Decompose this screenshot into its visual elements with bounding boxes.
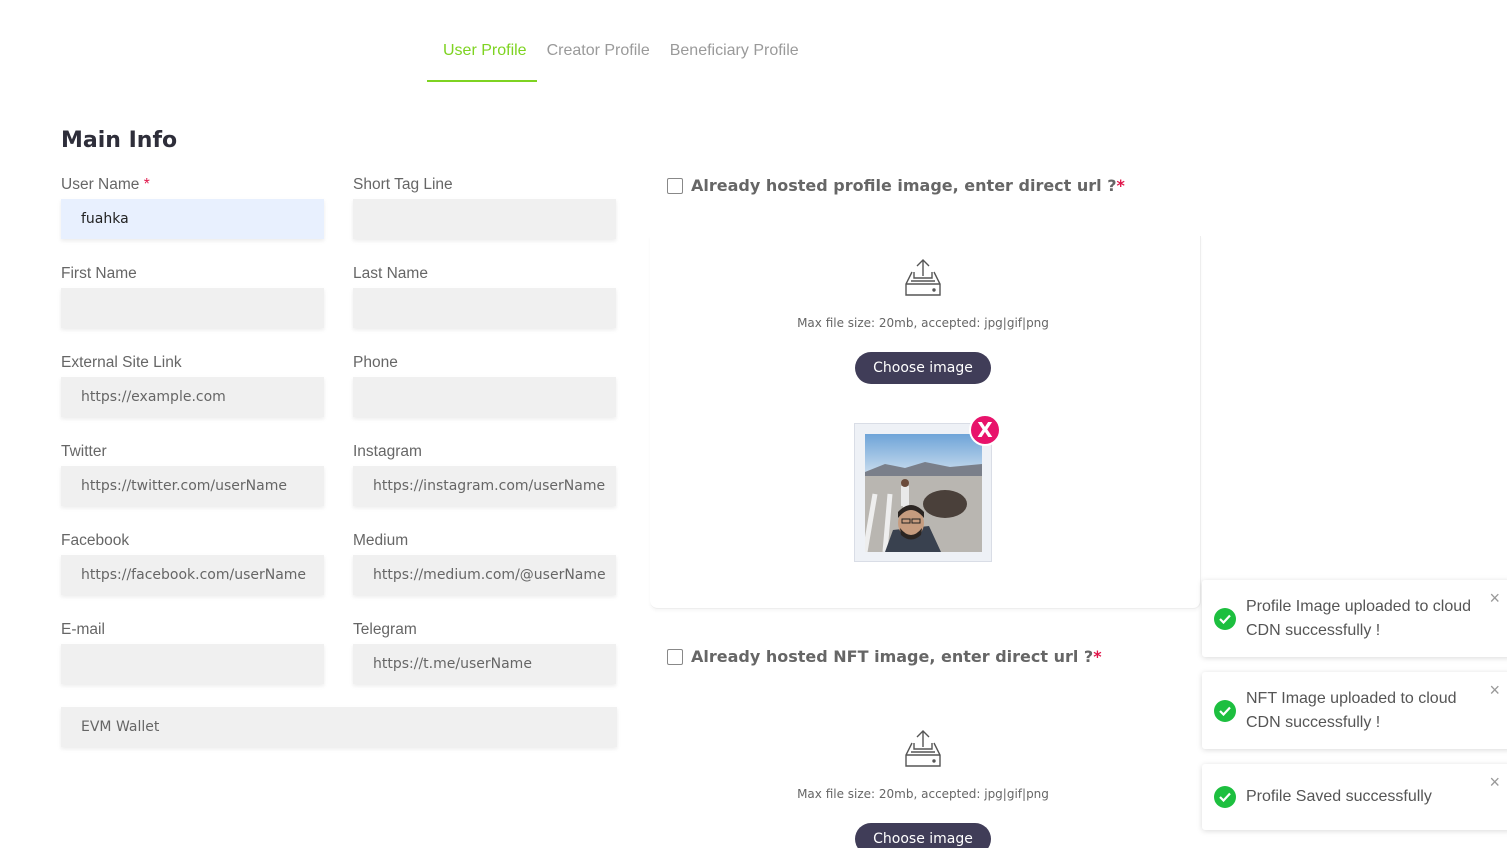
short-tag-line-input[interactable] xyxy=(353,199,616,239)
hosted-profile-image-checkbox[interactable] xyxy=(667,177,683,194)
remove-image-button[interactable]: X xyxy=(969,414,1001,446)
profile-choose-image-button[interactable]: Choose image xyxy=(855,352,991,384)
hosted-nft-image-option[interactable]: Already hosted NFT image, enter direct u… xyxy=(667,647,1102,666)
close-icon[interactable]: × xyxy=(1489,589,1500,607)
instagram-group: Instagram xyxy=(353,442,616,506)
required-marker: * xyxy=(1093,647,1102,666)
evm-wallet-input[interactable] xyxy=(61,707,617,747)
close-icon[interactable]: × xyxy=(1489,773,1500,791)
facebook-input[interactable] xyxy=(61,555,324,595)
hosted-nft-image-label: Already hosted NFT image, enter direct u… xyxy=(691,647,1094,666)
profile-image-preview xyxy=(854,423,992,562)
toast-message: Profile Image uploaded to cloud CDN succ… xyxy=(1246,597,1472,639)
required-marker: * xyxy=(1116,176,1125,195)
tab-beneficiary-profile[interactable]: Beneficiary Profile xyxy=(660,34,809,82)
short-tag-line-label: Short Tag Line xyxy=(353,176,453,193)
phone-input[interactable] xyxy=(353,377,616,417)
section-title: Main Info xyxy=(61,128,178,153)
instagram-input[interactable] xyxy=(353,466,616,506)
first-name-group: First Name xyxy=(61,264,324,328)
toast-message: Profile Saved successfully xyxy=(1246,788,1432,805)
medium-label: Medium xyxy=(353,532,409,549)
phone-group: Phone xyxy=(353,353,616,417)
email-input[interactable] xyxy=(61,644,324,684)
profile-max-size-text: Max file size: 20mb, accepted: jpg|gif|p… xyxy=(797,316,1049,330)
first-name-label: First Name xyxy=(61,265,137,282)
external-site-group: External Site Link xyxy=(61,353,324,417)
external-site-label: External Site Link xyxy=(61,354,182,371)
facebook-group: Facebook xyxy=(61,531,324,595)
close-icon[interactable]: × xyxy=(1489,681,1500,699)
facebook-label: Facebook xyxy=(61,532,130,549)
toast-profile-image-uploaded: Profile Image uploaded to cloud CDN succ… xyxy=(1202,580,1507,657)
check-circle-icon xyxy=(1214,699,1236,722)
telegram-input[interactable] xyxy=(353,644,616,684)
user-name-input[interactable] xyxy=(61,199,324,239)
tab-user-profile[interactable]: User Profile xyxy=(427,34,537,82)
nft-max-size-text: Max file size: 20mb, accepted: jpg|gif|p… xyxy=(797,787,1049,801)
profile-photo xyxy=(865,434,982,552)
hosted-profile-image-option[interactable]: Already hosted profile image, enter dire… xyxy=(667,176,1125,195)
check-circle-icon xyxy=(1214,607,1236,630)
toast-message: NFT Image uploaded to cloud CDN successf… xyxy=(1246,689,1457,731)
toast-profile-saved: Profile Saved successfully × xyxy=(1202,764,1507,830)
hosted-profile-image-label: Already hosted profile image, enter dire… xyxy=(691,176,1117,195)
telegram-group: Telegram xyxy=(353,620,616,684)
last-name-input[interactable] xyxy=(353,288,616,328)
first-name-input[interactable] xyxy=(61,288,324,328)
check-circle-icon xyxy=(1214,786,1236,808)
upload-tray-icon xyxy=(905,259,941,296)
telegram-label: Telegram xyxy=(353,621,417,638)
email-group: E-mail xyxy=(61,620,324,684)
email-label: E-mail xyxy=(61,621,105,638)
twitter-label: Twitter xyxy=(61,443,107,460)
nft-choose-image-button[interactable]: Choose image xyxy=(855,823,991,848)
twitter-group: Twitter xyxy=(61,442,324,506)
upload-tray-icon xyxy=(905,730,941,767)
twitter-input[interactable] xyxy=(61,466,324,506)
profile-tabs: User Profile Creator Profile Beneficiary… xyxy=(427,34,809,82)
hosted-nft-image-checkbox[interactable] xyxy=(667,648,683,665)
short-tag-line-group: Short Tag Line xyxy=(353,175,616,239)
external-site-input[interactable] xyxy=(61,377,324,417)
instagram-label: Instagram xyxy=(353,443,422,460)
medium-group: Medium xyxy=(353,531,616,595)
required-marker: * xyxy=(143,176,150,193)
last-name-group: Last Name xyxy=(353,264,616,328)
user-name-label: User Name * xyxy=(61,176,150,193)
tab-creator-profile[interactable]: Creator Profile xyxy=(537,34,660,82)
phone-label: Phone xyxy=(353,354,398,371)
last-name-label: Last Name xyxy=(353,265,428,282)
user-name-group: User Name * xyxy=(61,175,324,239)
medium-input[interactable] xyxy=(353,555,616,595)
toast-nft-image-uploaded: NFT Image uploaded to cloud CDN successf… xyxy=(1202,672,1507,749)
